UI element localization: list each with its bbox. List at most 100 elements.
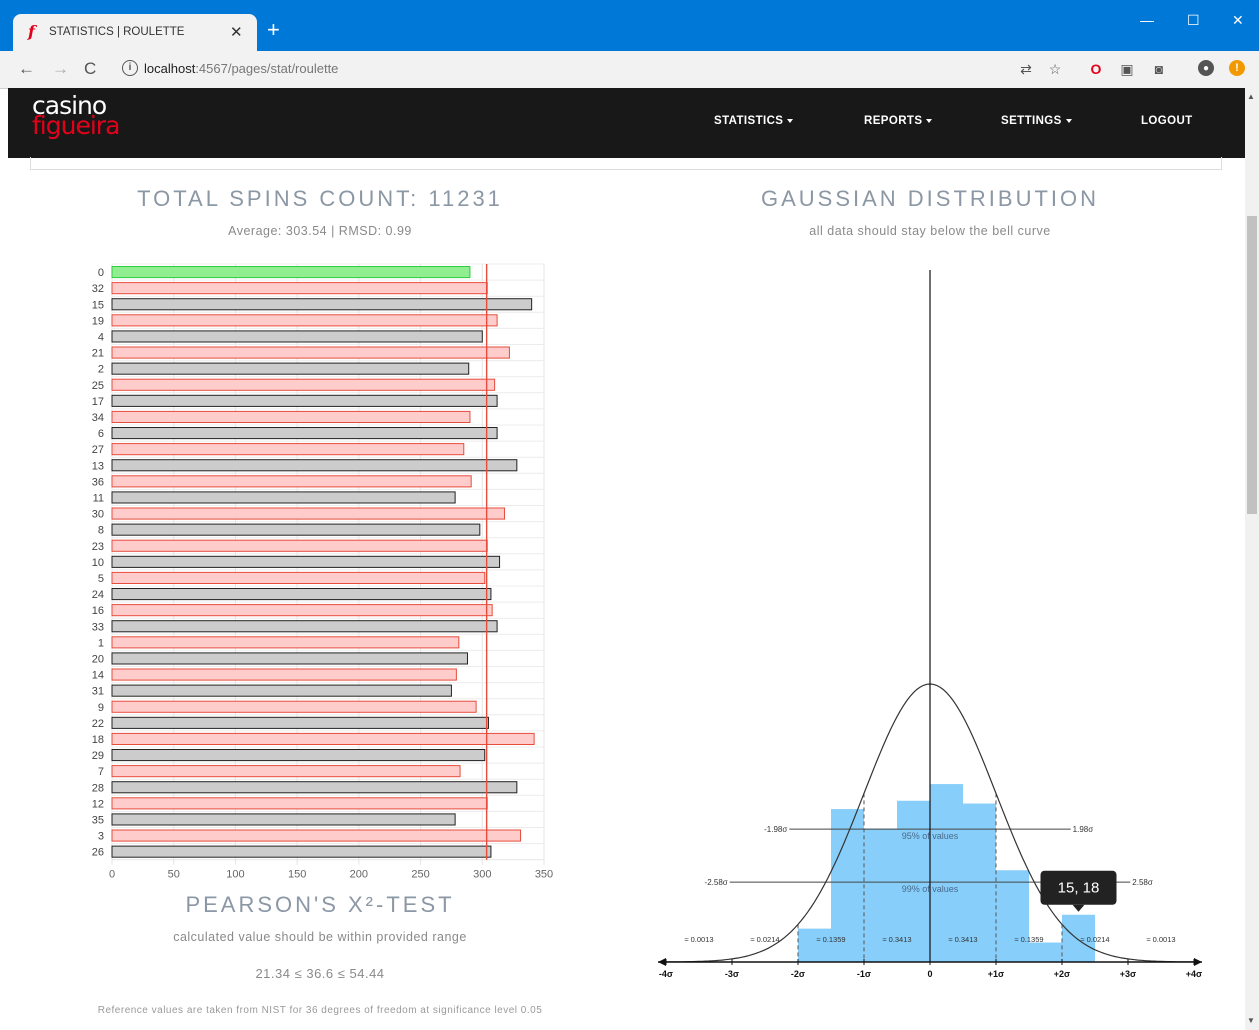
bar-11 <box>111 491 456 504</box>
scroll-down-icon[interactable]: ▼ <box>1247 1016 1255 1025</box>
opera-icon[interactable]: O <box>1087 60 1105 78</box>
nav-settings[interactable]: SETTINGS <box>1001 115 1072 127</box>
y-tick-label: 12 <box>92 798 104 810</box>
y-tick-label: 29 <box>92 750 104 762</box>
bar-4 <box>111 330 483 343</box>
bar-25 <box>111 378 496 391</box>
info-icon[interactable]: i <box>122 60 138 76</box>
axis-right-arrow-icon <box>1194 958 1202 966</box>
x-tick-label: 300 <box>473 869 491 881</box>
area-probability-label: ≈ 0.0013 <box>1146 935 1175 944</box>
area-probability-label: ≈ 0.1359 <box>816 935 845 944</box>
new-tab-button[interactable]: + <box>267 19 280 41</box>
y-tick-label: 5 <box>98 573 104 585</box>
y-tick-label: 15 <box>92 299 104 311</box>
back-icon[interactable]: ← <box>18 59 35 79</box>
tooltip-text: 15, 18 <box>1058 880 1100 897</box>
casino-favicon-icon: f <box>28 22 35 41</box>
nav-statistics[interactable]: STATISTICS <box>714 115 794 127</box>
bar-27 <box>111 443 465 456</box>
bar-21 <box>111 346 510 359</box>
x-tick-label: +1σ <box>988 969 1004 979</box>
y-tick-label: 20 <box>92 653 104 665</box>
tab-title: STATISTICS | ROULETTE <box>49 26 185 38</box>
spins-count-title: TOTAL SPINS COUNT: 11231 <box>137 186 503 211</box>
address-bar[interactable]: i localhost:4567/pages/stat/roulette <box>110 56 1110 82</box>
bar-23 <box>111 539 488 552</box>
browser-tab[interactable]: f STATISTICS | ROULETTE ✕ <box>13 14 257 51</box>
y-tick-label: 35 <box>92 814 104 826</box>
bar-29 <box>111 749 486 762</box>
y-tick-label: 33 <box>92 621 104 633</box>
close-tab-icon[interactable]: ✕ <box>230 23 243 41</box>
area-probability-label: ≈ 0.1359 <box>1014 935 1043 944</box>
bar-18 <box>111 732 535 745</box>
card-border <box>30 157 1222 170</box>
area-probability-label: ≈ 0.0214 <box>750 935 779 944</box>
bar-0 <box>111 266 471 279</box>
nav-reports[interactable]: REPORTS <box>864 115 933 127</box>
scroll-up-icon[interactable]: ▲ <box>1247 92 1255 101</box>
bookmark-star-icon[interactable]: ☆ <box>1046 60 1064 78</box>
y-tick-label: 4 <box>98 331 104 343</box>
casino-logo[interactable]: casino figueira <box>32 93 120 138</box>
caret-down-icon <box>926 118 933 123</box>
close-window-button[interactable]: ✕ <box>1232 12 1244 29</box>
scrollbar-thumb[interactable] <box>1247 216 1257 514</box>
maximize-button[interactable]: ☐ <box>1187 12 1200 29</box>
gaussian-chart: -1.98σ 1.98σ95% of values-2.58σ 2.58σ99% o… <box>658 270 1202 979</box>
x-tick-label: 0 <box>927 969 932 979</box>
bar-5 <box>111 571 486 584</box>
reload-icon[interactable]: C <box>84 59 96 79</box>
url-text: localhost:4567/pages/stat/roulette <box>144 61 339 76</box>
x-tick-label: -4σ <box>659 969 673 979</box>
minimize-button[interactable]: — <box>1140 12 1154 28</box>
bar-30 <box>111 507 506 520</box>
pearson-range: 21.34 ≤ 36.6 ≤ 54.44 <box>255 966 385 981</box>
bar-9 <box>111 700 477 713</box>
page-scrollbar[interactable]: ▲ ▼ <box>1245 88 1259 1030</box>
bar-3 <box>111 829 522 842</box>
extension-icon[interactable]: ▣ <box>1118 60 1136 78</box>
x-tick-label: 250 <box>411 869 429 881</box>
axis-left-arrow-icon <box>658 958 666 966</box>
forward-icon[interactable]: → <box>52 59 69 79</box>
y-tick-label: 21 <box>92 348 104 360</box>
y-tick-label: 7 <box>98 766 104 778</box>
bar-15 <box>111 298 533 311</box>
histogram-bar <box>1029 942 1062 962</box>
y-tick-label: 32 <box>92 283 104 295</box>
y-tick-label: 27 <box>92 444 104 456</box>
x-tick-label: 0 <box>109 869 115 881</box>
bar-2 <box>111 362 470 375</box>
gaussian-subtitle: all data should stay below the bell curv… <box>809 224 1051 238</box>
y-tick-label: 26 <box>92 847 104 859</box>
bar-7 <box>111 765 461 778</box>
update-alert-icon[interactable]: ! <box>1229 60 1245 76</box>
bar-13 <box>111 459 518 472</box>
spins-bar-chart: 0 50 100 150 200 250 300 3500321519421225173462… <box>92 263 553 881</box>
y-tick-label: 25 <box>92 380 104 392</box>
bar-1 <box>111 636 460 649</box>
spins-average-subtitle: Average: 303.54 | RMSD: 0.99 <box>228 224 412 238</box>
camera-icon[interactable]: ◙ <box>1150 60 1168 78</box>
bar-35 <box>111 813 456 826</box>
bar-28 <box>111 781 518 794</box>
area-probability-label: ≈ 0.3413 <box>882 935 911 944</box>
nav-logout[interactable]: LOGOUT <box>1141 115 1193 127</box>
x-tick-label: 50 <box>168 869 180 881</box>
gaussian-title: GAUSSIAN DISTRIBUTION <box>760 186 1100 211</box>
y-tick-label: 31 <box>92 686 104 698</box>
histogram-bar <box>996 870 1029 962</box>
profile-avatar[interactable]: ● <box>1198 60 1214 76</box>
bar-8 <box>111 523 481 536</box>
y-tick-label: 34 <box>92 412 104 424</box>
y-tick-label: 18 <box>92 734 104 746</box>
y-tick-label: 11 <box>93 492 104 504</box>
band-left-label: -1.98σ <box>764 825 787 834</box>
translate-icon[interactable]: ⇄ <box>1017 60 1035 78</box>
area-probability-label: ≈ 0.3413 <box>948 935 977 944</box>
bar-24 <box>111 588 492 601</box>
bar-16 <box>111 604 493 617</box>
pearson-subtitle: calculated value should be within provid… <box>173 930 467 944</box>
